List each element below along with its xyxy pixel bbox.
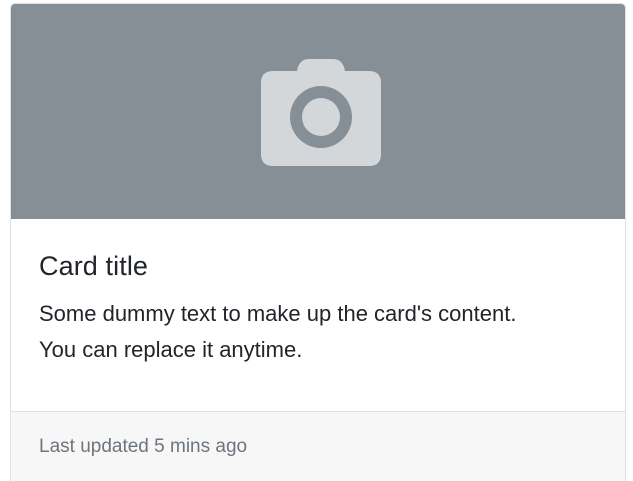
card-title: Card title bbox=[39, 251, 149, 281]
last-updated-text: Last updated 5 mins ago bbox=[39, 436, 248, 457]
card-text: Some dummy text to make up the card's co… bbox=[39, 301, 517, 362]
camera-icon bbox=[261, 59, 381, 166]
card-footer: Last updated 5 mins ago bbox=[11, 411, 625, 481]
card-body: Card title Some dummy text to make up th… bbox=[11, 219, 625, 411]
card-image-placeholder bbox=[11, 4, 625, 219]
card: Card title Some dummy text to make up th… bbox=[10, 3, 626, 481]
